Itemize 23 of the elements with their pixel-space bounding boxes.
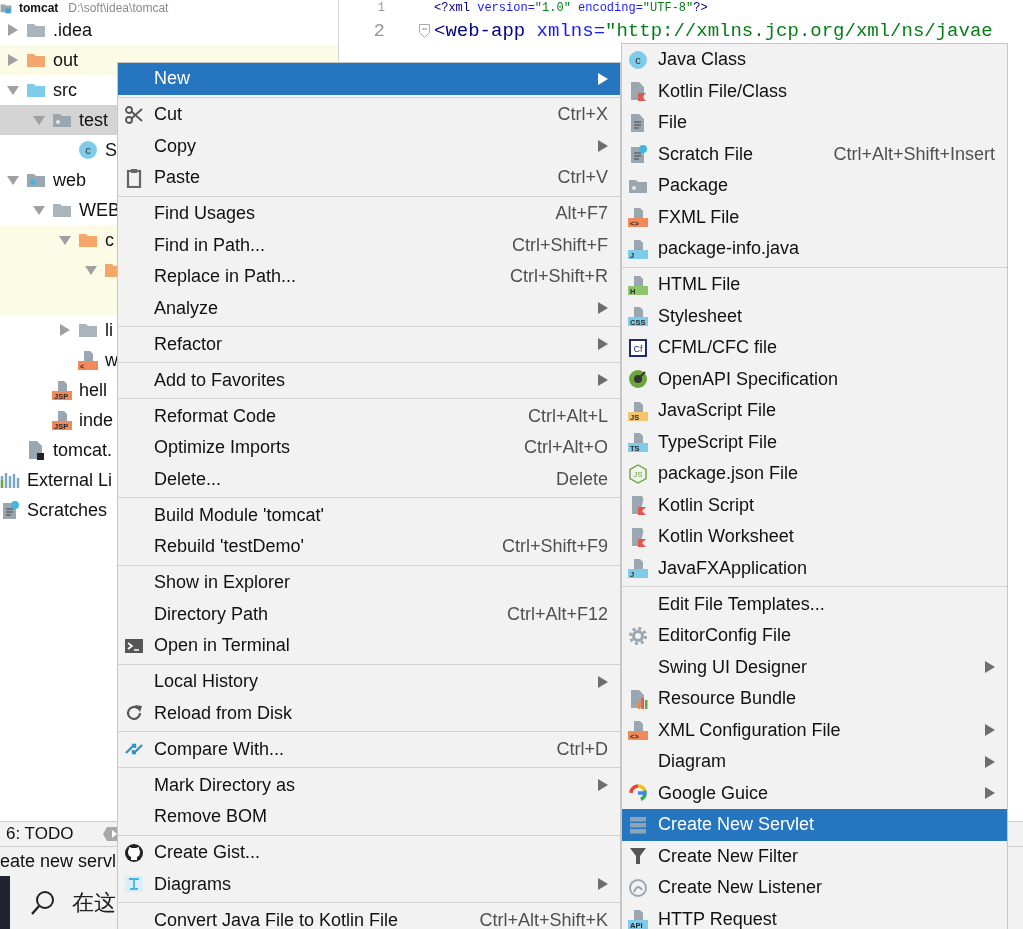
class-icon: c	[628, 49, 648, 70]
shortcut: Ctrl+V	[557, 167, 608, 189]
shortcut: Ctrl+Alt+Shift+K	[479, 909, 608, 929]
line-number: 2	[372, 19, 385, 42]
status-text: eate new servl	[0, 851, 117, 872]
path-label: D:\soft\idea\tomcat	[68, 0, 169, 15]
code-line: <web-app xmlns="http://xmlns.jcp.org/xml/ns/javae	[434, 19, 993, 42]
class-icon: c	[78, 140, 98, 160]
shortcut: Ctrl+Alt+L	[527, 405, 608, 427]
shortcut: Ctrl+Shift+R	[509, 266, 608, 288]
shortcut: Ctrl+D	[556, 738, 608, 760]
shortcut: Ctrl+Alt+Shift+Insert	[833, 143, 995, 165]
js-hexagon-icon: JS	[628, 463, 648, 484]
letter-square-icon: Cf	[628, 337, 648, 358]
shortcut: Delete	[555, 468, 608, 490]
shortcut: Ctrl+Shift+F9	[501, 536, 608, 558]
code-line: <?xml version="1.0" encoding="UTF-8"?>	[434, 0, 708, 15]
shortcut: Ctrl+Alt+O	[523, 437, 608, 459]
shortcut: Ctrl+Alt+F12	[506, 603, 608, 625]
line-number: 1	[376, 0, 385, 15]
shortcut: Alt+F7	[555, 203, 608, 225]
shortcut: Ctrl+Shift+F	[511, 234, 608, 256]
shortcut: Ctrl+X	[557, 104, 608, 126]
